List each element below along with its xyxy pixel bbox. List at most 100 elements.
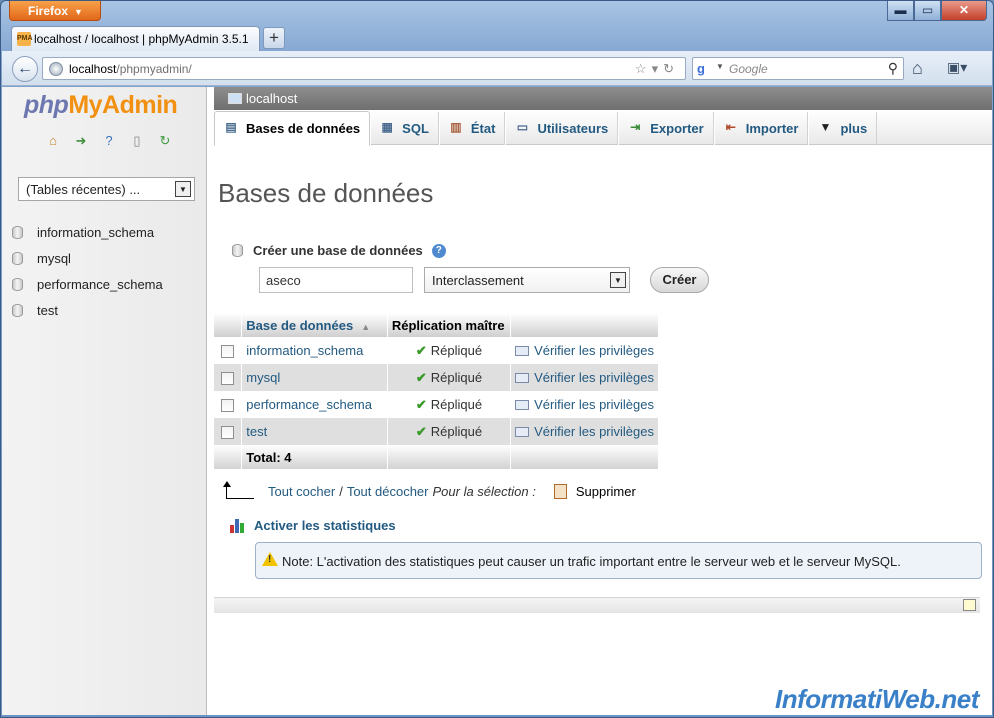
chevron-down-icon[interactable]: ▼: [175, 181, 191, 197]
bookmarks-icon[interactable]: ▣▾: [947, 59, 977, 79]
status-chart-icon: ▥: [450, 120, 462, 134]
row-checkbox[interactable]: [221, 399, 235, 413]
home-icon[interactable]: ⌂: [912, 58, 923, 79]
check-privileges-link[interactable]: Vérifier les privilèges: [510, 364, 659, 391]
check-privileges-link[interactable]: Vérifier les privilèges: [510, 391, 659, 418]
bulk-actions: Tout cocher / Tout décocher Pour la séle…: [223, 481, 636, 499]
tab-databases[interactable]: ▤ Bases de données: [214, 111, 371, 146]
firefox-menu-button[interactable]: Firefox ▼: [9, 1, 101, 21]
help-icon[interactable]: ?: [431, 243, 446, 258]
console-icon[interactable]: [963, 599, 976, 611]
check-icon: ✔: [415, 342, 427, 358]
recent-tables-value: (Tables récentes) ...: [26, 182, 141, 197]
documentation-icon[interactable]: ▯: [129, 133, 145, 149]
check-icon: ✔: [415, 369, 427, 385]
tab-status[interactable]: ▥ État: [438, 112, 506, 145]
url-bar-buttons[interactable]: ☆▾↻: [635, 61, 679, 77]
server-breadcrumb: localhost: [214, 87, 992, 110]
database-icon: [12, 277, 23, 291]
uncheck-all-link[interactable]: Tout décocher: [347, 484, 429, 499]
reload-icon[interactable]: ↻: [157, 133, 173, 149]
tab-sql[interactable]: ▦ SQL: [370, 112, 439, 145]
table-row: mysql ✔ Répliqué Vérifier les privilèges: [214, 364, 659, 391]
browser-window: Firefox ▼ ▬ ▭ ✕ PMA localhost / localhost…: [0, 0, 994, 718]
import-icon: ⇤: [725, 120, 736, 134]
check-privileges-link[interactable]: Vérifier les privilèges: [510, 418, 659, 445]
sidebar-item-information-schema[interactable]: information_schema: [12, 219, 163, 245]
replication-status: ✔ Répliqué: [387, 337, 512, 364]
search-placeholder: Google: [729, 62, 768, 76]
globe-icon: [49, 62, 63, 76]
page-content: phpMyAdmin ⌂ ➜ ? ▯ ↻ (Tables récentes) .…: [2, 87, 992, 715]
database-link[interactable]: performance_schema: [241, 391, 388, 418]
collation-value: Interclassement: [432, 273, 524, 288]
check-all-link[interactable]: Tout cocher: [268, 484, 335, 499]
row-checkbox[interactable]: [221, 426, 235, 440]
row-checkbox[interactable]: [221, 345, 235, 359]
database-icon: [12, 303, 23, 317]
recent-tables-select[interactable]: (Tables récentes) ... ▼: [18, 177, 195, 201]
window-controls: ▬ ▭ ✕: [887, 1, 987, 21]
footer-bar: [214, 597, 980, 613]
browser-tab[interactable]: PMA localhost / localhost | phpMyAdmin 3…: [11, 26, 260, 51]
database-link[interactable]: mysql: [241, 364, 388, 391]
row-checkbox[interactable]: [221, 372, 235, 386]
tab-import[interactable]: ⇤ Importer: [713, 112, 809, 145]
server-link[interactable]: localhost: [246, 91, 297, 106]
sidebar-item-performance-schema[interactable]: performance_schema: [12, 271, 163, 297]
privileges-icon: [515, 400, 530, 410]
logout-icon[interactable]: ➜: [73, 133, 89, 149]
back-button[interactable]: ←: [12, 56, 38, 82]
url-bar[interactable]: localhost/phpmyadmin/ ☆▾↻: [42, 57, 686, 80]
sidebar-item-test[interactable]: test: [12, 297, 163, 323]
google-icon[interactable]: g: [697, 61, 713, 77]
users-icon: ▭: [516, 120, 529, 134]
navigation-toolbar: ← localhost/phpmyadmin/ ☆▾↻ g ▼ Google ⚲…: [2, 51, 992, 86]
tab-export[interactable]: ⇥ Exporter: [618, 112, 714, 145]
databases-table: Base de données ▲ Réplication maître info…: [214, 313, 659, 469]
chevron-down-icon: ▼: [74, 7, 83, 17]
minimize-button[interactable]: ▬: [887, 1, 914, 21]
search-icon[interactable]: ⚲: [888, 60, 898, 77]
sidebar-icon-row: ⌂ ➜ ? ▯ ↻: [45, 133, 173, 149]
enable-statistics-link[interactable]: Activer les statistiques: [230, 518, 396, 533]
tab-more[interactable]: ▼ plus: [808, 112, 878, 145]
sort-ascending-icon: ▲: [361, 321, 371, 332]
check-privileges-link[interactable]: Vérifier les privilèges: [510, 337, 659, 364]
warning-icon: !: [262, 552, 278, 566]
help-icon[interactable]: ?: [101, 133, 117, 149]
chevron-down-icon[interactable]: ▼: [610, 272, 626, 288]
navigation-sidebar: phpMyAdmin ⌂ ➜ ? ▯ ↻ (Tables récentes) .…: [2, 87, 207, 715]
check-icon: ✔: [415, 396, 427, 412]
url-path: /phpmyadmin/: [116, 62, 192, 76]
database-link[interactable]: test: [241, 418, 388, 445]
total-count: Total: 4: [241, 445, 388, 469]
collation-select[interactable]: Interclassement ▼: [424, 267, 630, 293]
chevron-down-icon[interactable]: ▼: [716, 62, 724, 71]
privileges-icon: [515, 427, 530, 437]
create-database-heading: Créer une base de données ?: [232, 243, 446, 258]
tab-users[interactable]: ▭ Utilisateurs: [505, 112, 619, 145]
main-panel: localhost ▤ Bases de données ▦ SQL ▥ État ▭…: [214, 87, 992, 715]
triangle-down-icon: ▼: [819, 120, 832, 134]
maximize-button[interactable]: ▭: [914, 1, 941, 21]
top-menu: ▤ Bases de données ▦ SQL ▥ État ▭ Utilisateu…: [214, 110, 992, 146]
database-name-input[interactable]: aseco: [259, 267, 413, 293]
search-bar[interactable]: g ▼ Google ⚲: [692, 57, 904, 80]
database-icon: [12, 251, 23, 265]
table-row: performance_schema ✔ Répliqué Vérifier le…: [214, 391, 659, 418]
delete-button[interactable]: Supprimer: [553, 483, 636, 499]
database-link[interactable]: information_schema: [241, 337, 388, 364]
table-total-row: Total: 4: [214, 445, 659, 469]
sql-icon: ▦: [381, 120, 393, 134]
home-icon[interactable]: ⌂: [45, 133, 61, 149]
export-icon: ⇥: [630, 120, 641, 134]
replication-status: ✔ Répliqué: [387, 418, 512, 445]
create-button[interactable]: Créer: [650, 267, 709, 293]
phpmyadmin-logo[interactable]: phpMyAdmin: [24, 91, 178, 120]
header-database[interactable]: Base de données ▲: [241, 313, 388, 337]
close-window-button[interactable]: ✕: [941, 1, 987, 21]
sidebar-item-mysql[interactable]: mysql: [12, 245, 163, 271]
new-tab-button[interactable]: +: [263, 27, 285, 49]
header-actions: [510, 313, 659, 337]
